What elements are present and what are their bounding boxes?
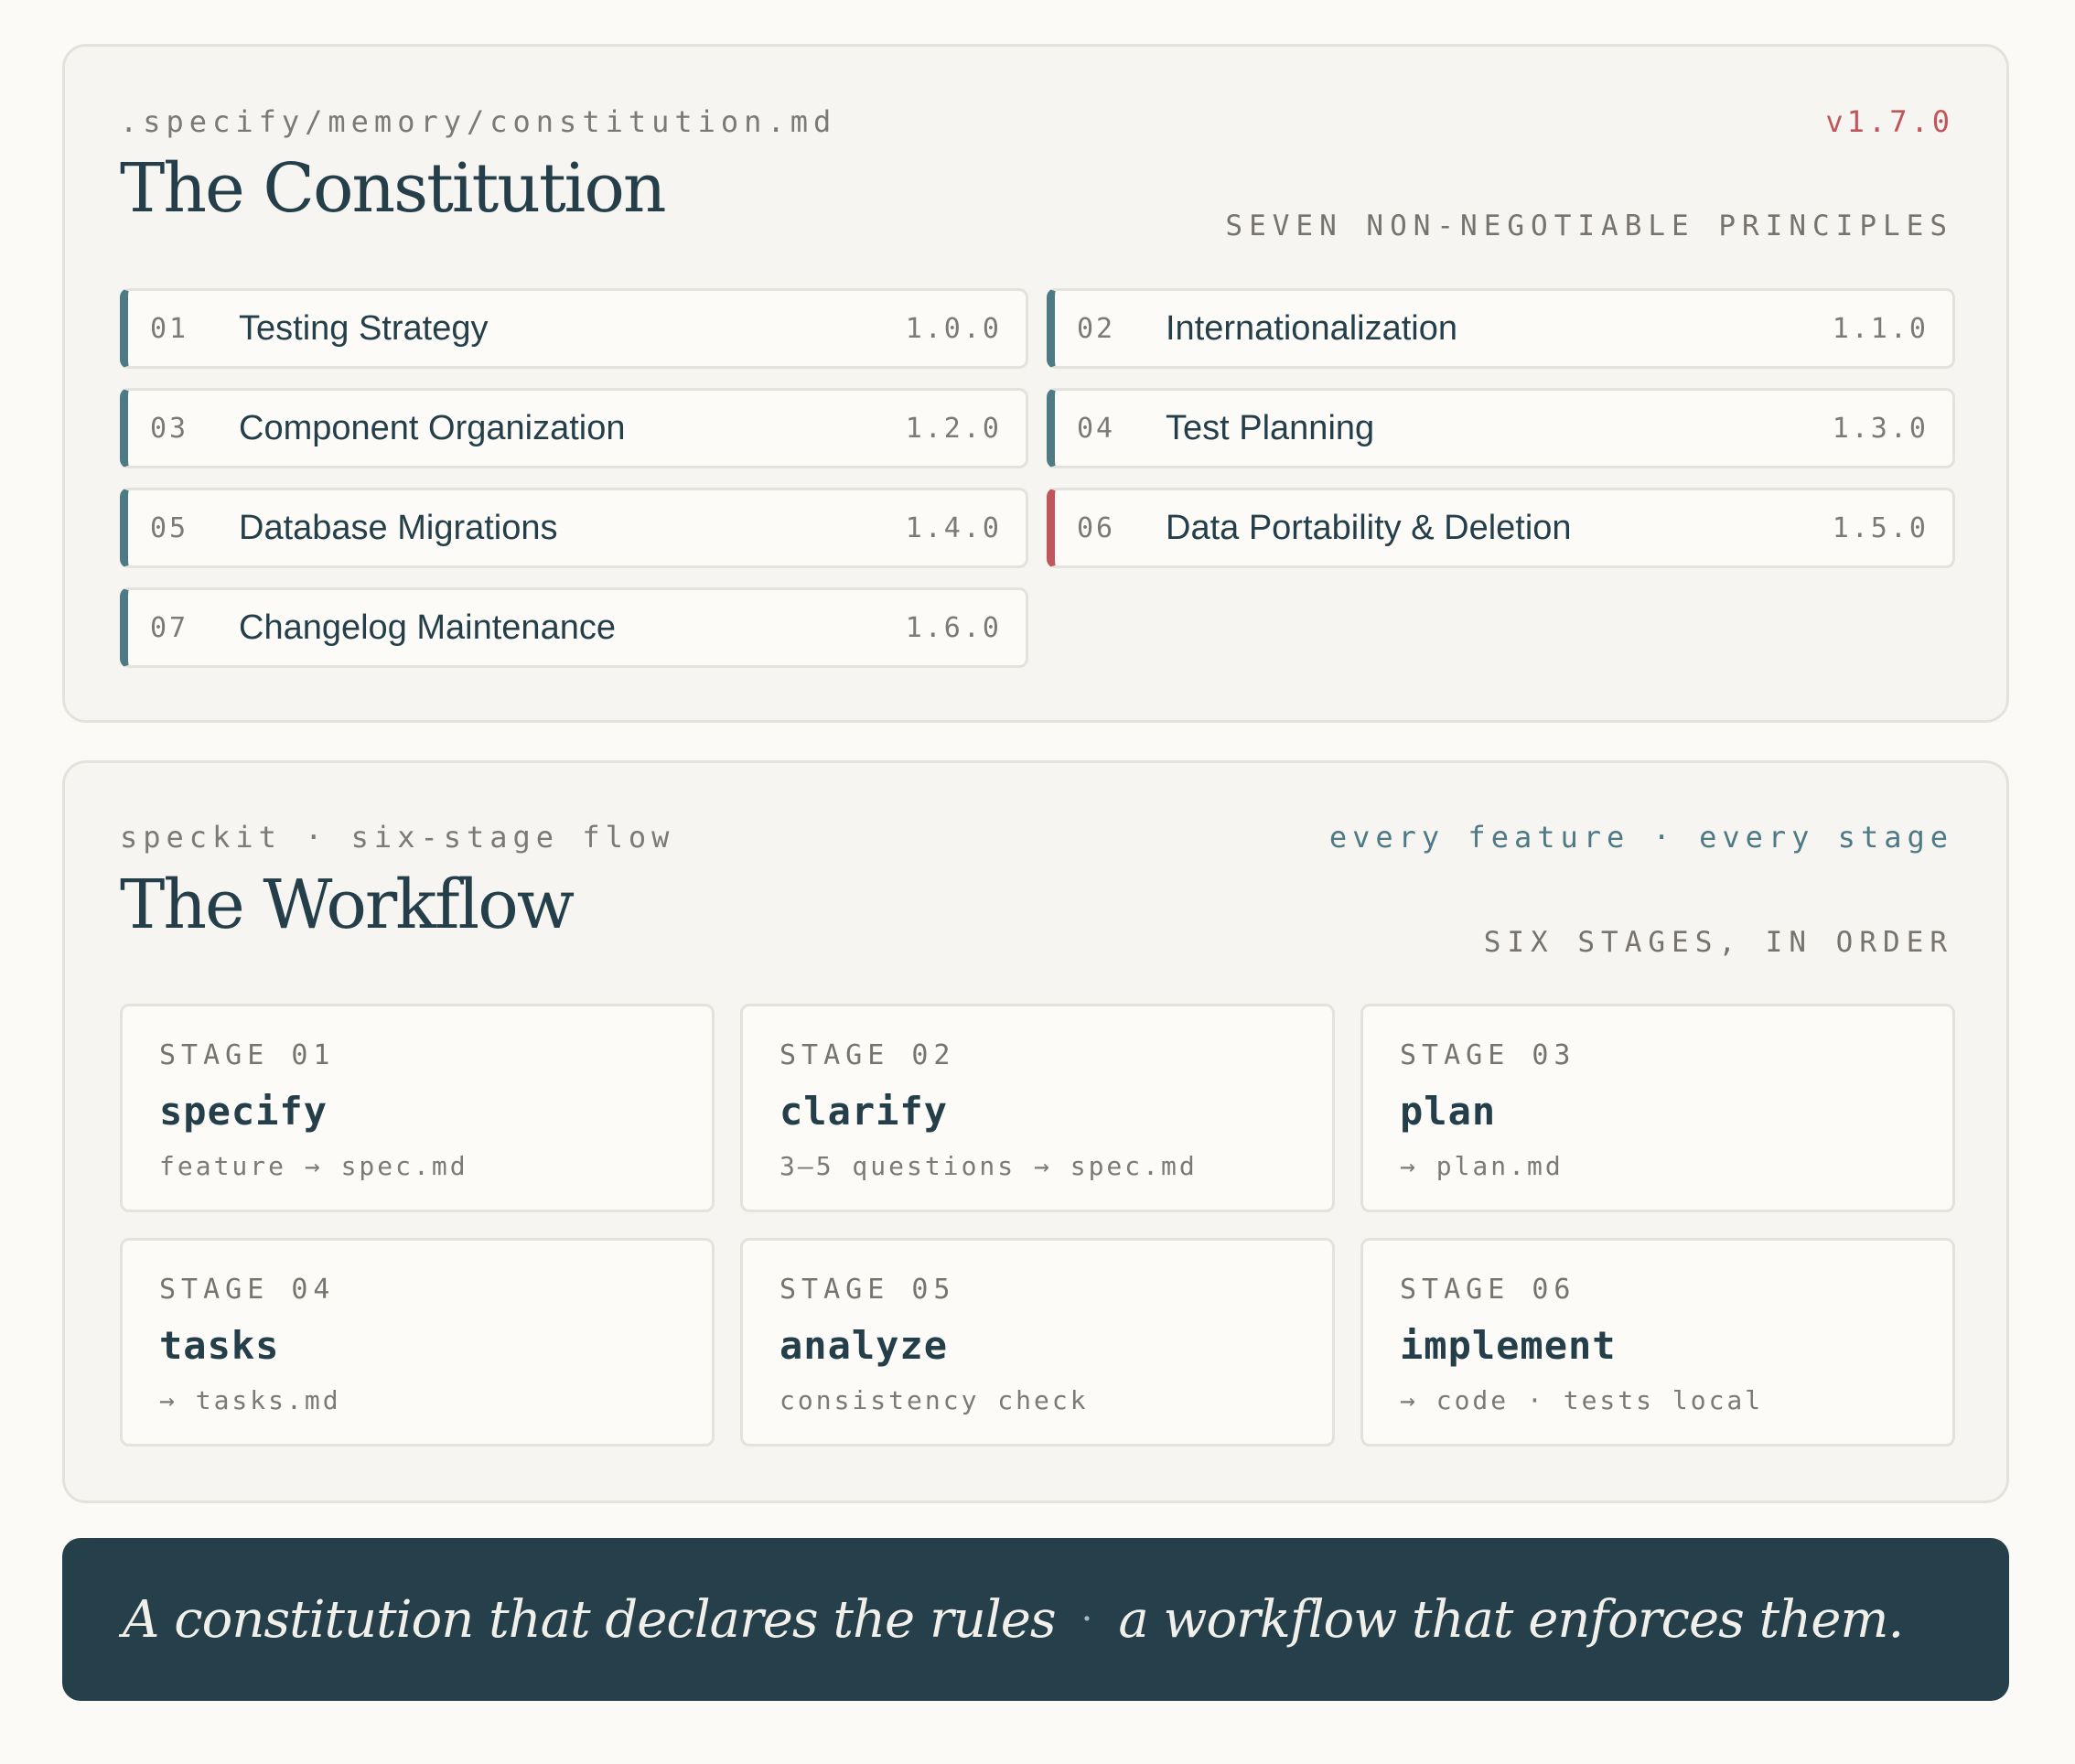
principle-name: Testing Strategy (239, 308, 489, 348)
principle-item: 07 Changelog Maintenance 1.6.0 (120, 587, 1028, 668)
banner-quote-part2: a workflow that enforces them. (1118, 1589, 1904, 1650)
banner-quote-part1: A constitution that declares the rules (123, 1589, 1057, 1650)
banner-separator: · (1081, 1598, 1093, 1640)
stage-detail: → plan.md (1400, 1151, 1564, 1181)
principle-number: 05 (150, 511, 189, 544)
stage-command: analyze (779, 1323, 949, 1368)
principle-version: 1.4.0 (905, 511, 1002, 544)
constitution-file-path: .specify/memory/constitution.md (120, 104, 837, 139)
principle-item-highlighted: 06 Data Portability & Deletion 1.5.0 (1047, 488, 1955, 568)
stage-detail: feature → spec.md (159, 1151, 468, 1181)
principle-version: 1.1.0 (1832, 312, 1929, 345)
stage-label: STAGE 03 (1400, 1039, 1576, 1071)
constitution-subtitle: SEVEN NON-NEGOTIABLE PRINCIPLES (1225, 210, 1953, 242)
principle-version: 1.3.0 (1832, 412, 1929, 445)
principles-grid: 01 Testing Strategy 1.0.0 02 Internation… (120, 288, 1955, 668)
stage-label: STAGE 06 (1400, 1274, 1576, 1306)
stage-command: tasks (159, 1323, 280, 1368)
stage-label: STAGE 04 (159, 1274, 336, 1306)
principle-number: 01 (150, 312, 189, 345)
stage-detail: → code · tests local (1400, 1385, 1764, 1415)
principle-version: 1.2.0 (905, 412, 1002, 445)
stage-command: plan (1400, 1089, 1497, 1134)
principle-name: Test Planning (1166, 408, 1375, 447)
stage-detail: → tasks.md (159, 1385, 341, 1415)
stage-card-clarify: STAGE 02 clarify 3–5 questions → spec.md (740, 1004, 1335, 1212)
workflow-title: The Workflow (120, 866, 575, 944)
principle-item: 05 Database Migrations 1.4.0 (120, 488, 1028, 568)
principle-name: Database Migrations (239, 508, 558, 547)
constitution-panel: .specify/memory/constitution.md v1.7.0 T… (62, 44, 2009, 723)
workflow-panel: speckit · six-stage flow every feature ·… (62, 760, 2009, 1503)
principle-item: 04 Test Planning 1.3.0 (1047, 388, 1955, 468)
principle-version: 1.6.0 (905, 611, 1002, 644)
principle-number: 02 (1077, 312, 1116, 345)
principle-version: 1.5.0 (1832, 511, 1929, 544)
principle-name: Data Portability & Deletion (1166, 508, 1572, 547)
stage-detail: 3–5 questions → spec.md (779, 1151, 1198, 1181)
principle-number: 07 (150, 611, 189, 644)
stage-card-implement: STAGE 06 implement → code · tests local (1360, 1238, 1955, 1447)
principle-number: 04 (1077, 412, 1116, 445)
workflow-eyebrow: speckit · six-stage flow (120, 820, 675, 855)
constitution-title: The Constitution (120, 149, 667, 228)
principle-item: 03 Component Organization 1.2.0 (120, 388, 1028, 468)
principle-name: Changelog Maintenance (239, 608, 616, 647)
constitution-version: v1.7.0 (1825, 104, 1953, 139)
stages-grid: STAGE 01 specify feature → spec.md STAGE… (120, 1004, 1955, 1447)
stage-label: STAGE 02 (779, 1039, 956, 1071)
stage-command: specify (159, 1089, 328, 1134)
principle-item: 02 Internationalization 1.1.0 (1047, 288, 1955, 369)
workflow-subtitle: SIX STAGES, IN ORDER (1483, 926, 1953, 959)
stage-label: STAGE 05 (779, 1274, 956, 1306)
principle-number: 03 (150, 412, 189, 445)
principle-version: 1.0.0 (905, 312, 1002, 345)
stage-card-specify: STAGE 01 specify feature → spec.md (120, 1004, 715, 1212)
workflow-tagline: every feature · every stage (1328, 820, 1953, 855)
stage-label: STAGE 01 (159, 1039, 336, 1071)
stage-card-analyze: STAGE 05 analyze consistency check (740, 1238, 1335, 1447)
principle-item: 01 Testing Strategy 1.0.0 (120, 288, 1028, 369)
principle-name: Component Organization (239, 408, 626, 447)
stage-card-plan: STAGE 03 plan → plan.md (1360, 1004, 1955, 1212)
stage-card-tasks: STAGE 04 tasks → tasks.md (120, 1238, 715, 1447)
stage-detail: consistency check (779, 1385, 1089, 1415)
principle-name: Internationalization (1166, 308, 1457, 348)
summary-banner: A constitution that declares the rules ·… (62, 1538, 2009, 1701)
stage-command: clarify (779, 1089, 949, 1134)
stage-command: implement (1400, 1323, 1617, 1368)
principle-number: 06 (1077, 511, 1116, 544)
